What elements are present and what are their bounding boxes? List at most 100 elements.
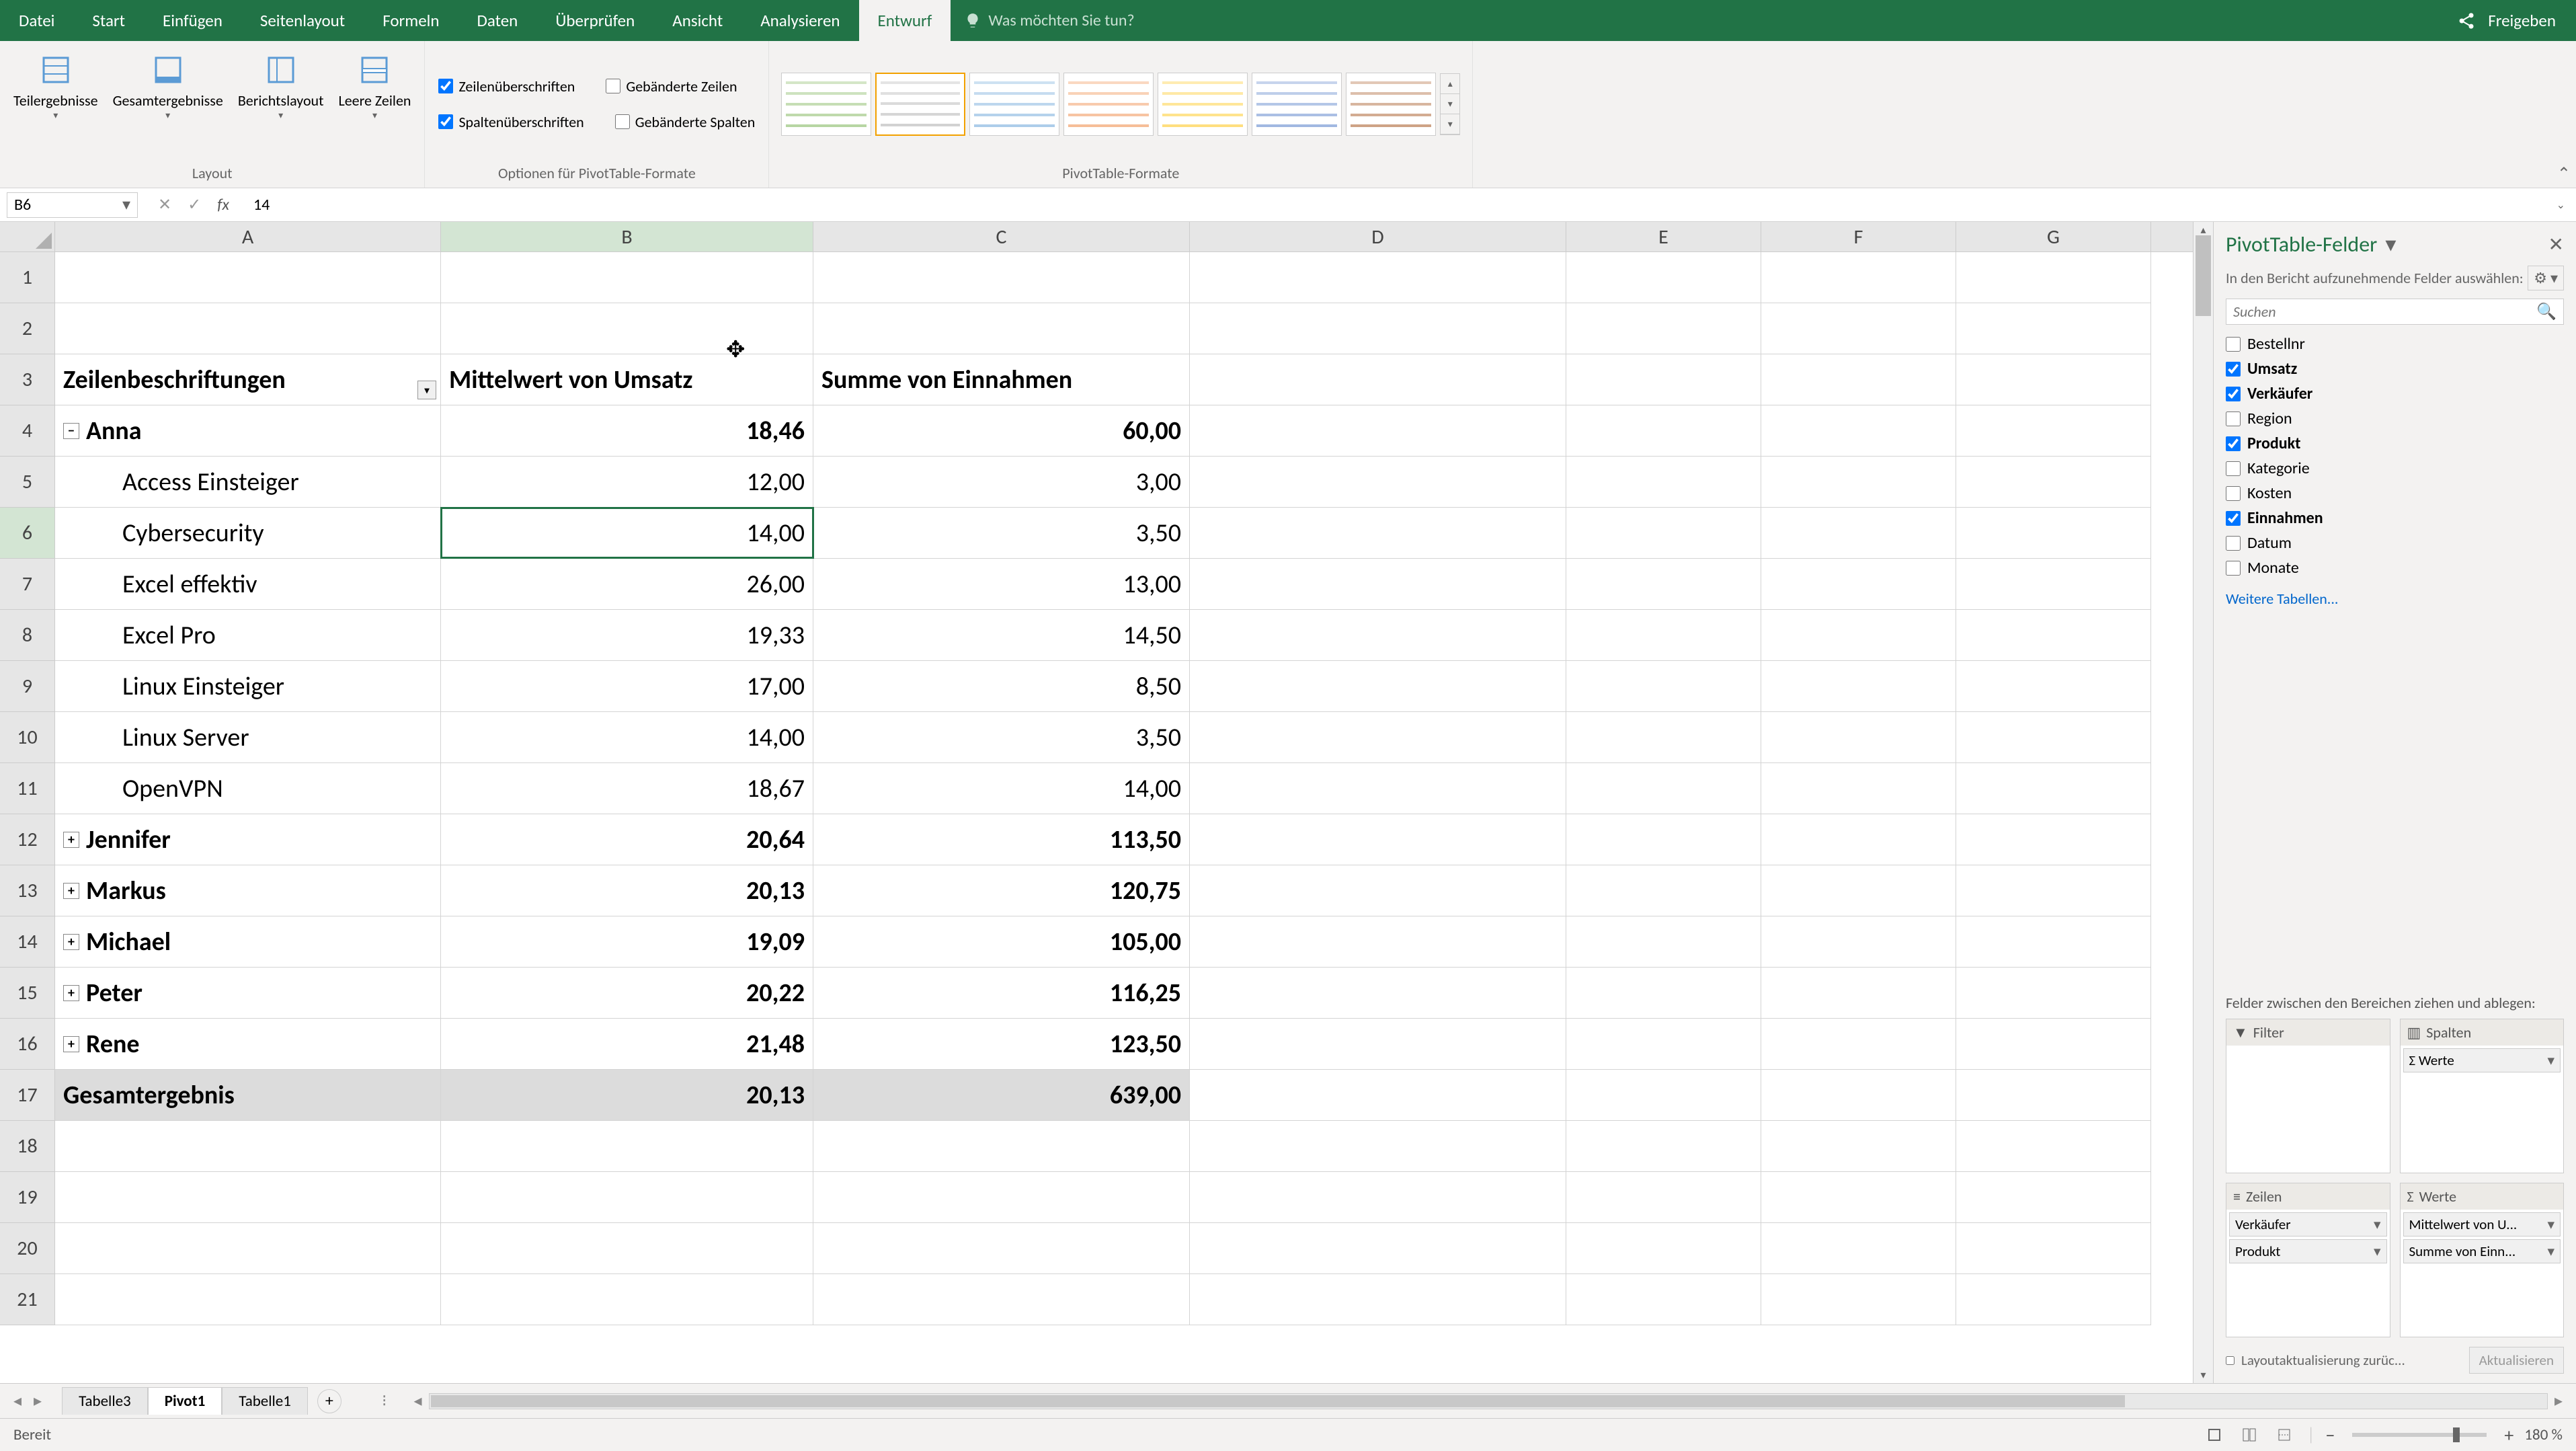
cell-G6[interactable] (1956, 508, 2151, 558)
cell-F15[interactable] (1761, 968, 1956, 1018)
row-header-7[interactable]: 7 (0, 559, 55, 610)
confirm-formula-icon[interactable]: ✓ (188, 195, 201, 214)
cell-G19[interactable] (1956, 1172, 2151, 1222)
zoom-slider[interactable] (2352, 1433, 2487, 1437)
cell-B6[interactable]: 14,00 (441, 508, 813, 558)
cell-C17[interactable]: 639,00 (813, 1070, 1190, 1120)
cell-G3[interactable] (1956, 354, 2151, 405)
cell-B21[interactable] (441, 1274, 813, 1325)
cell-F19[interactable] (1761, 1172, 1956, 1222)
cell-B18[interactable] (441, 1121, 813, 1171)
cell-E2[interactable] (1566, 303, 1761, 354)
tab-start[interactable]: Start (73, 0, 144, 41)
col-header-A[interactable]: A (55, 222, 441, 251)
cell-E11[interactable] (1566, 763, 1761, 814)
values-area[interactable]: ΣWerte Mittelwert von U...▾Summe von Ein… (2400, 1183, 2565, 1337)
cell-B15[interactable]: 20,22 (441, 968, 813, 1018)
field-chip[interactable]: Verkäufer▾ (2229, 1212, 2387, 1237)
cell-D17[interactable] (1190, 1070, 1566, 1120)
cell-C10[interactable]: 3,50 (813, 712, 1190, 762)
horizontal-scrollbar[interactable] (429, 1393, 2548, 1409)
close-icon[interactable]: ✕ (2548, 233, 2564, 256)
row-header-11[interactable]: 11 (0, 763, 55, 814)
cell-F11[interactable] (1761, 763, 1956, 814)
share-button[interactable]: Freigeben (2488, 10, 2556, 31)
cell-F14[interactable] (1761, 916, 1956, 967)
cell-D5[interactable] (1190, 457, 1566, 507)
cell-F10[interactable] (1761, 712, 1956, 762)
cell-C1[interactable] (813, 252, 1190, 303)
col-header-G[interactable]: G (1956, 222, 2151, 251)
field-chip[interactable]: Produkt▾ (2229, 1239, 2387, 1263)
cell-G4[interactable] (1956, 405, 2151, 456)
sheet-nav-prev-icon[interactable]: ◂ (13, 1391, 22, 1411)
cell-C15[interactable]: 116,25 (813, 968, 1190, 1018)
select-all-button[interactable] (0, 222, 55, 251)
row-headers-checkbox[interactable]: Zeilenüberschriften (433, 71, 580, 102)
cell-D2[interactable] (1190, 303, 1566, 354)
cell-G18[interactable] (1956, 1121, 2151, 1171)
cell-C2[interactable] (813, 303, 1190, 354)
more-tables-link[interactable]: Weitere Tabellen... (2226, 590, 2564, 608)
row-header-12[interactable]: 12 (0, 814, 55, 865)
cell-E13[interactable] (1566, 865, 1761, 916)
cell-D10[interactable] (1190, 712, 1566, 762)
row-header-3[interactable]: 3 (0, 354, 55, 405)
cell-B5[interactable]: 12,00 (441, 457, 813, 507)
chevron-down-icon[interactable]: ▾ (2385, 231, 2396, 258)
cell-C11[interactable]: 14,00 (813, 763, 1190, 814)
col-header-B[interactable]: B (441, 222, 813, 251)
cell-G9[interactable] (1956, 661, 2151, 711)
cell-C20[interactable] (813, 1223, 1190, 1273)
tab-daten[interactable]: Daten (458, 0, 537, 41)
cell-A16[interactable]: +Rene (55, 1019, 441, 1069)
sheet-tab-tabelle1[interactable]: Tabelle1 (222, 1387, 308, 1415)
zoom-level[interactable]: 180 % (2524, 1425, 2563, 1444)
cell-F16[interactable] (1761, 1019, 1956, 1069)
cell-A14[interactable]: +Michael (55, 916, 441, 967)
cell-G15[interactable] (1956, 968, 2151, 1018)
cell-B10[interactable]: 14,00 (441, 712, 813, 762)
cell-G16[interactable] (1956, 1019, 2151, 1069)
field-chip[interactable]: Summe von Einn...▾ (2403, 1239, 2561, 1263)
cell-E18[interactable] (1566, 1121, 1761, 1171)
tab-analysieren[interactable]: Analysieren (741, 0, 858, 41)
expand-icon[interactable]: + (63, 985, 79, 1001)
cell-A18[interactable] (55, 1121, 441, 1171)
columns-area[interactable]: ▥Spalten Σ Werte▾ (2400, 1019, 2565, 1173)
cell-A13[interactable]: +Markus (55, 865, 441, 916)
cell-B19[interactable] (441, 1172, 813, 1222)
cell-A11[interactable]: OpenVPN (55, 763, 441, 814)
cell-D19[interactable] (1190, 1172, 1566, 1222)
cell-D16[interactable] (1190, 1019, 1566, 1069)
field-umsatz[interactable]: Umsatz (2226, 356, 2564, 381)
cell-F6[interactable] (1761, 508, 1956, 558)
cell-A20[interactable] (55, 1223, 441, 1273)
field-region[interactable]: Region (2226, 406, 2564, 431)
expand-icon[interactable]: + (63, 832, 79, 848)
cell-C13[interactable]: 120,75 (813, 865, 1190, 916)
cell-A12[interactable]: +Jennifer (55, 814, 441, 865)
cell-E8[interactable] (1566, 610, 1761, 660)
collapse-icon[interactable]: − (63, 423, 79, 439)
cell-F4[interactable] (1761, 405, 1956, 456)
col-header-E[interactable]: E (1566, 222, 1761, 251)
cell-E5[interactable] (1566, 457, 1761, 507)
tab-ansicht[interactable]: Ansicht (653, 0, 741, 41)
cell-A1[interactable] (55, 252, 441, 303)
banded-rows-checkbox[interactable]: Gebänderte Zeilen (600, 71, 742, 102)
add-sheet-button[interactable]: + (317, 1389, 341, 1413)
row-header-9[interactable]: 9 (0, 661, 55, 712)
pivot-style-6[interactable] (1346, 73, 1436, 136)
expand-icon[interactable]: + (63, 1036, 79, 1052)
cell-G21[interactable] (1956, 1274, 2151, 1325)
cell-E14[interactable] (1566, 916, 1761, 967)
field-datum[interactable]: Datum (2226, 531, 2564, 555)
row-header-1[interactable]: 1 (0, 252, 55, 303)
cell-G11[interactable] (1956, 763, 2151, 814)
field-einnahmen[interactable]: Einnahmen (2226, 506, 2564, 531)
cell-G12[interactable] (1956, 814, 2151, 865)
cell-G20[interactable] (1956, 1223, 2151, 1273)
row-header-4[interactable]: 4 (0, 405, 55, 457)
tab-einfügen[interactable]: Einfügen (144, 0, 241, 41)
